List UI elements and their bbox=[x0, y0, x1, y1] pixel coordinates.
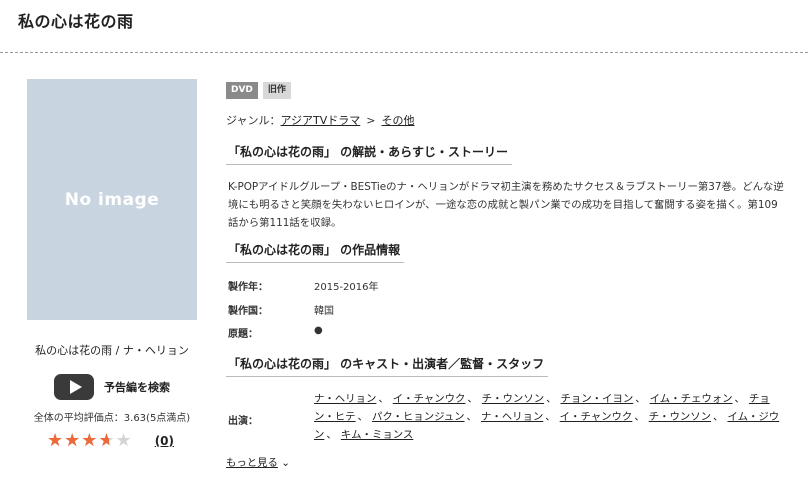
trailer-search-button[interactable]: 予告編を検索 bbox=[27, 374, 197, 400]
review-count-link[interactable]: (0) bbox=[155, 434, 174, 448]
cast-link[interactable]: チ・ウンソン bbox=[649, 411, 711, 423]
cast-link[interactable]: パク・ヒョンジュン bbox=[372, 411, 465, 423]
info-label: 製作国： bbox=[228, 306, 268, 317]
cast-link[interactable]: チ・ウンソン bbox=[482, 393, 544, 405]
info-label: 原題： bbox=[228, 329, 258, 340]
star-rating: ★★★★★ ★★★★★ bbox=[47, 432, 133, 450]
youtube-play-icon bbox=[54, 374, 94, 400]
cast-separator: 、 bbox=[546, 393, 557, 405]
cast-link[interactable]: イム・チェウォン bbox=[650, 393, 733, 405]
chevron-down-icon: ⌄ bbox=[281, 457, 290, 469]
genre-label: ジャンル： bbox=[226, 114, 281, 127]
cast-link[interactable]: イ・チャンウク bbox=[560, 411, 633, 423]
cast-heading: 「私の心は花の雨」 のキャスト・出演者／監督・スタッフ bbox=[226, 355, 549, 377]
cast-label: 出演： bbox=[228, 416, 258, 427]
info-label: 製作年： bbox=[228, 282, 268, 293]
genre-breadcrumb: ジャンル：アジアTVドラマ > その他 bbox=[226, 112, 414, 128]
show-more-label: もっと見る bbox=[226, 457, 278, 469]
rating-row: ★★★★★ ★★★★★ (0) bbox=[47, 432, 197, 450]
star-rating-fill: ★★★★★ bbox=[47, 432, 110, 450]
cast-list: ナ・ヘリョン、イ・チャンウク、チ・ウンソン、チョン・イヨン、イム・チェウォン、チ… bbox=[314, 390, 784, 444]
cast-separator: 、 bbox=[326, 429, 337, 441]
cast-link[interactable]: ナ・ヘリョン bbox=[481, 411, 543, 423]
main-content: DVD 旧作 ジャンル：アジアTVドラマ > その他 「私の心は花の雨」 の解説・あ… bbox=[226, 82, 796, 469]
cast-separator: 、 bbox=[634, 411, 645, 423]
work-info-heading: 「私の心は花の雨」 の作品情報 bbox=[226, 241, 405, 263]
cast-separator: 、 bbox=[713, 411, 724, 423]
sidebar: No image 私の心は花の雨 / ナ・ヘリョン 予告編を検索 全体の平均評価… bbox=[27, 79, 197, 450]
story-text: K-POPアイドルグループ・BESTieのナ・ヘリョンがドラマ初主演を務めたサク… bbox=[228, 181, 784, 229]
genre-separator: > bbox=[366, 114, 376, 127]
cast-separator: 、 bbox=[545, 411, 556, 423]
story-heading: 「私の心は花の雨」 の解説・あらすじ・ストーリー bbox=[226, 143, 512, 165]
page-title: 私の心は花の雨 bbox=[18, 12, 134, 31]
old-release-badge: 旧作 bbox=[262, 82, 291, 99]
cast-separator: 、 bbox=[734, 393, 745, 405]
show-more-button[interactable]: もっと見る ⌄ bbox=[226, 454, 290, 469]
genre-link-asian-tv-drama[interactable]: アジアTVドラマ bbox=[280, 114, 360, 127]
cast-separator: 、 bbox=[467, 393, 478, 405]
cast-separator: 、 bbox=[635, 393, 646, 405]
info-value: 韓国 bbox=[314, 306, 334, 317]
genre-link-other[interactable]: その他 bbox=[381, 114, 414, 127]
format-badges: DVD 旧作 bbox=[226, 82, 796, 99]
cast-link[interactable]: ナ・ヘリョン bbox=[314, 393, 376, 405]
title-divider bbox=[0, 52, 808, 53]
cast-separator: 、 bbox=[378, 393, 389, 405]
sidebar-caption: 私の心は花の雨 / ナ・ヘリョン bbox=[35, 344, 189, 357]
no-image-placeholder: No image bbox=[27, 79, 197, 320]
info-value: ● bbox=[314, 325, 323, 336]
cast-separator: 、 bbox=[357, 411, 368, 423]
dvd-badge: DVD bbox=[226, 82, 258, 99]
cast-link[interactable]: イ・チャンウク bbox=[393, 393, 466, 405]
trailer-search-label: 予告編を検索 bbox=[104, 381, 170, 394]
average-rating-text: 全体の平均評価点：3.63(5点満点) bbox=[33, 413, 191, 424]
cast-separator: 、 bbox=[466, 411, 477, 423]
cast-link[interactable]: キム・ミョンス bbox=[341, 429, 414, 441]
info-value: 2015-2016年 bbox=[314, 282, 379, 293]
cast-link[interactable]: チョン・イヨン bbox=[561, 393, 634, 405]
